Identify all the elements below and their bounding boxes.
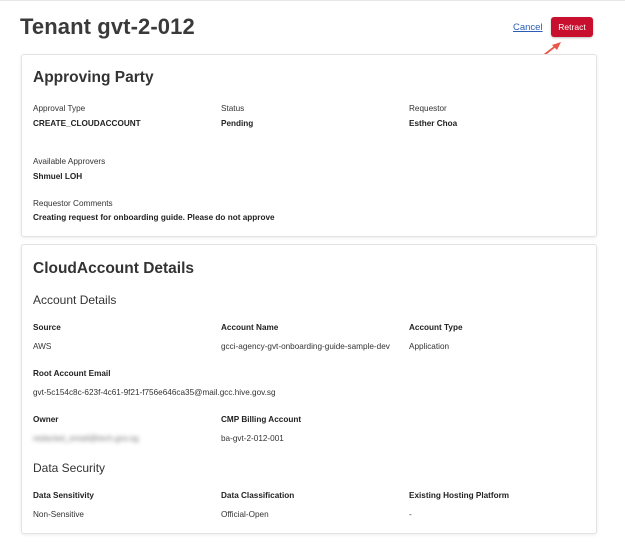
status-value: Pending	[221, 119, 254, 128]
approving-party-card: Approving Party Approval Type CREATE_CLO…	[21, 54, 597, 237]
comments-label: Requestor Comments	[33, 199, 113, 208]
source-label: Source	[33, 323, 61, 332]
approval-type-label: Approval Type	[33, 104, 86, 113]
sensitivity-value: Non-Sensitive	[33, 510, 84, 519]
cloudaccount-details-card: CloudAccount Details Account Details Sou…	[21, 244, 597, 534]
cancel-link[interactable]: Cancel	[513, 22, 543, 33]
account-type-value: Application	[409, 342, 450, 351]
account-type-label: Account Type	[409, 323, 463, 332]
approval-type-value: CREATE_CLOUDACCOUNT	[33, 119, 141, 128]
root-email-value: gvt-5c154c8c-623f-4c61-9f21-f756e646ca35…	[33, 388, 276, 397]
cloudaccount-details-title: CloudAccount Details	[33, 260, 195, 277]
owner-value: redacted_email@tech.gov.sg	[33, 434, 139, 443]
account-name-label: Account Name	[221, 323, 279, 332]
hosting-label: Existing Hosting Platform	[409, 491, 510, 500]
status-label: Status	[221, 104, 245, 113]
root-email-label: Root Account Email	[33, 369, 111, 378]
comments-value: Creating request for onboarding guide. P…	[33, 213, 275, 222]
data-security-heading: Data Security	[33, 461, 106, 475]
classification-value: Official-Open	[221, 510, 269, 519]
approvers-label: Available Approvers	[33, 157, 106, 166]
retract-button[interactable]: Retract	[551, 17, 593, 37]
account-details-heading: Account Details	[33, 293, 117, 307]
billing-label: CMP Billing Account	[221, 415, 302, 424]
account-name-value: gcci-agency-gvt-onboarding-guide-sample-…	[221, 342, 390, 351]
top-divider	[0, 0, 625, 1]
page-title: Tenant gvt-2-012	[20, 14, 195, 39]
billing-value: ba-gvt-2-012-001	[221, 434, 284, 443]
owner-label: Owner	[33, 415, 59, 424]
source-value: AWS	[33, 342, 52, 351]
approvers-value: Shmuel LOH	[33, 172, 83, 181]
classification-label: Data Classification	[221, 491, 295, 500]
requestor-label: Requestor	[409, 104, 447, 113]
approving-party-title: Approving Party	[33, 69, 154, 86]
sensitivity-label: Data Sensitivity	[33, 491, 94, 500]
hosting-value: -	[409, 510, 412, 519]
requestor-value: Esther Choa	[409, 119, 458, 128]
